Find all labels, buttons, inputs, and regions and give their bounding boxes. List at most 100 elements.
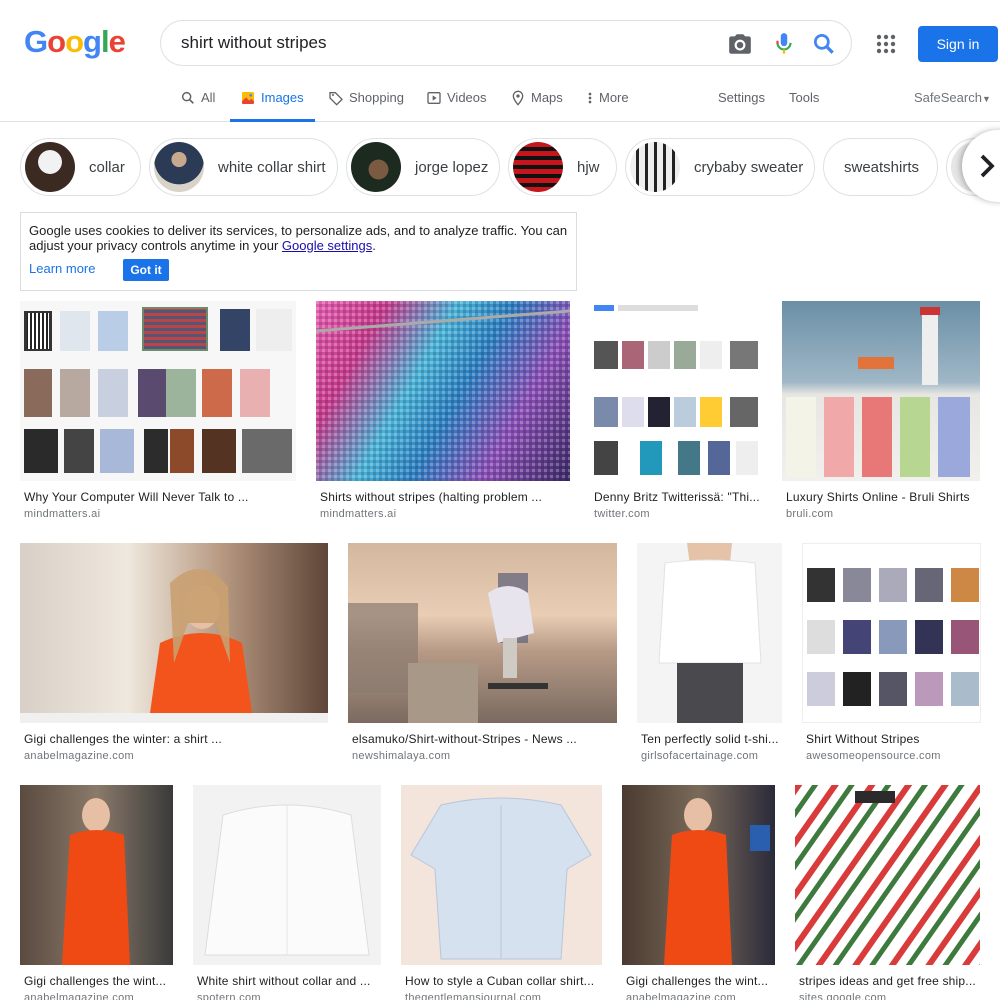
- result-image[interactable]: [590, 301, 762, 481]
- result-source[interactable]: awesomeopensource.com: [806, 750, 941, 762]
- chip-thumbnail: [630, 142, 680, 192]
- image-result[interactable]: Gigi challenges the wint... anabelmagazi…: [622, 785, 775, 1000]
- chip-collar[interactable]: collar: [20, 138, 141, 196]
- result-image[interactable]: [20, 543, 328, 723]
- chip-hjw[interactable]: hjw: [508, 138, 617, 196]
- camera-icon[interactable]: [727, 31, 753, 57]
- google-settings-link[interactable]: Google settings: [282, 238, 372, 253]
- chip-label: white collar shirt: [218, 158, 326, 176]
- image-result[interactable]: Luxury Shirts Online - Bruli Shirts brul…: [782, 301, 980, 523]
- tab-label: Videos: [447, 90, 487, 105]
- result-image[interactable]: [795, 785, 980, 965]
- image-result[interactable]: How to style a Cuban collar shirt... the…: [401, 785, 602, 1000]
- image-result[interactable]: Shirt Without Stripes awesomeopensource.…: [802, 543, 981, 765]
- result-caption[interactable]: Gigi challenges the winter: a shirt ...: [24, 732, 324, 746]
- learn-more-link[interactable]: Learn more: [29, 261, 95, 276]
- result-image[interactable]: [20, 301, 296, 481]
- result-source[interactable]: girlsofacertainage.com: [641, 750, 758, 762]
- result-caption[interactable]: How to style a Cuban collar shirt...: [405, 974, 600, 988]
- result-image[interactable]: [348, 543, 617, 723]
- result-image[interactable]: [316, 301, 570, 481]
- image-result[interactable]: Denny Britz Twitterissä: "Thi... twitter…: [590, 301, 762, 523]
- result-source[interactable]: thegentlemansjournal.com: [405, 992, 541, 1000]
- sign-in-button[interactable]: Sign in: [918, 26, 998, 62]
- image-result[interactable]: White shirt without collar and ... spote…: [193, 785, 381, 1000]
- result-source[interactable]: mindmatters.ai: [24, 508, 100, 520]
- search-input[interactable]: shirt without stripes: [181, 33, 327, 53]
- image-result[interactable]: Why Your Computer Will Never Talk to ...…: [20, 301, 296, 523]
- apps-grid-icon[interactable]: [876, 34, 896, 54]
- chip-label: hjw: [577, 158, 600, 176]
- got-it-button[interactable]: Got it: [123, 259, 169, 281]
- result-caption[interactable]: Gigi challenges the wint...: [24, 974, 171, 988]
- result-caption[interactable]: Shirts without stripes (halting problem …: [320, 490, 568, 504]
- image-result[interactable]: Gigi challenges the winter: a shirt ... …: [20, 543, 328, 765]
- search-icon[interactable]: [811, 31, 837, 57]
- safesearch-label: SafeSearch: [914, 90, 982, 105]
- tab-tools[interactable]: Tools: [789, 84, 819, 122]
- search-screenshot-image: [590, 301, 762, 481]
- search-box[interactable]: shirt without stripes: [160, 20, 852, 66]
- orange-suit-woman-image: [62, 798, 130, 965]
- result-caption[interactable]: Why Your Computer Will Never Talk to ...: [24, 490, 294, 504]
- tab-label: Images: [261, 90, 304, 105]
- result-source[interactable]: newshimalaya.com: [352, 750, 450, 762]
- tab-maps[interactable]: Maps: [510, 84, 563, 122]
- image-result[interactable]: Gigi challenges the wint... anabelmagazi…: [20, 785, 173, 1000]
- logo-letter: g: [83, 24, 102, 59]
- skateboarder-image: [348, 573, 548, 723]
- chip-sweatshirts[interactable]: sweatshirts: [823, 138, 938, 196]
- chip-thumbnail: [154, 142, 204, 192]
- result-caption[interactable]: Gigi challenges the wint...: [626, 974, 773, 988]
- result-image[interactable]: [20, 785, 173, 965]
- result-caption[interactable]: elsamuko/Shirt-without-Stripes - News ..…: [352, 732, 615, 746]
- result-caption[interactable]: Shirt Without Stripes: [806, 732, 979, 746]
- chip-crybaby-sweater[interactable]: crybaby sweater: [625, 138, 815, 196]
- logo-letter: o: [65, 24, 84, 59]
- tab-settings[interactable]: Settings: [718, 84, 765, 122]
- result-source[interactable]: anabelmagazine.com: [24, 992, 134, 1000]
- cookie-text: Google uses cookies to deliver its servi…: [29, 223, 569, 253]
- image-result[interactable]: elsamuko/Shirt-without-Stripes - News ..…: [348, 543, 617, 765]
- result-image[interactable]: [802, 543, 981, 723]
- result-caption[interactable]: Luxury Shirts Online - Bruli Shirts: [786, 490, 980, 504]
- play-icon: [427, 92, 441, 104]
- result-caption[interactable]: Ten perfectly solid t-shi...: [641, 732, 780, 746]
- chip-label: collar: [89, 158, 125, 176]
- result-source[interactable]: twitter.com: [594, 508, 650, 520]
- result-image[interactable]: [401, 785, 602, 965]
- result-source[interactable]: anabelmagazine.com: [24, 750, 134, 762]
- result-caption[interactable]: White shirt without collar and ...: [197, 974, 379, 988]
- tab-label: More: [599, 90, 629, 105]
- tab-more[interactable]: More: [586, 84, 629, 122]
- tab-label: Maps: [531, 90, 563, 105]
- result-source[interactable]: bruli.com: [786, 508, 833, 520]
- tab-images[interactable]: Images: [230, 84, 315, 122]
- google-logo[interactable]: Google: [24, 24, 126, 60]
- tab-shopping[interactable]: Shopping: [328, 84, 404, 122]
- image-result[interactable]: stripes ideas and get free ship... sites…: [795, 785, 980, 1000]
- tab-all[interactable]: All: [180, 84, 215, 122]
- hanging-shirts-image: [316, 301, 570, 481]
- chip-jorge-lopez[interactable]: jorge lopez: [346, 138, 500, 196]
- microphone-icon[interactable]: [771, 31, 797, 57]
- tab-label: All: [201, 90, 216, 105]
- related-searches-chips: collar white collar shirt jorge lopez hj…: [0, 138, 1000, 196]
- result-source[interactable]: mindmatters.ai: [320, 508, 396, 520]
- result-source[interactable]: sites.google.com: [799, 992, 886, 1000]
- result-source[interactable]: anabelmagazine.com: [626, 992, 736, 1000]
- result-image[interactable]: [622, 785, 775, 965]
- image-result[interactable]: Shirts without stripes (halting problem …: [316, 301, 570, 523]
- result-caption[interactable]: Denny Britz Twitterissä: "Thi...: [594, 490, 760, 504]
- image-result[interactable]: Ten perfectly solid t-shi... girlsofacer…: [637, 543, 782, 765]
- result-caption[interactable]: stripes ideas and get free ship...: [799, 974, 980, 988]
- result-image[interactable]: [637, 543, 782, 723]
- result-source[interactable]: spotern.com: [197, 992, 261, 1000]
- cookie-end: .: [372, 238, 376, 253]
- chip-white-collar-shirt[interactable]: white collar shirt: [149, 138, 338, 196]
- result-image[interactable]: [782, 301, 980, 481]
- tab-videos[interactable]: Videos: [426, 84, 487, 122]
- safesearch-menu[interactable]: SafeSearch▼: [914, 90, 991, 105]
- tab-label: Shopping: [349, 90, 404, 105]
- result-image[interactable]: [193, 785, 381, 965]
